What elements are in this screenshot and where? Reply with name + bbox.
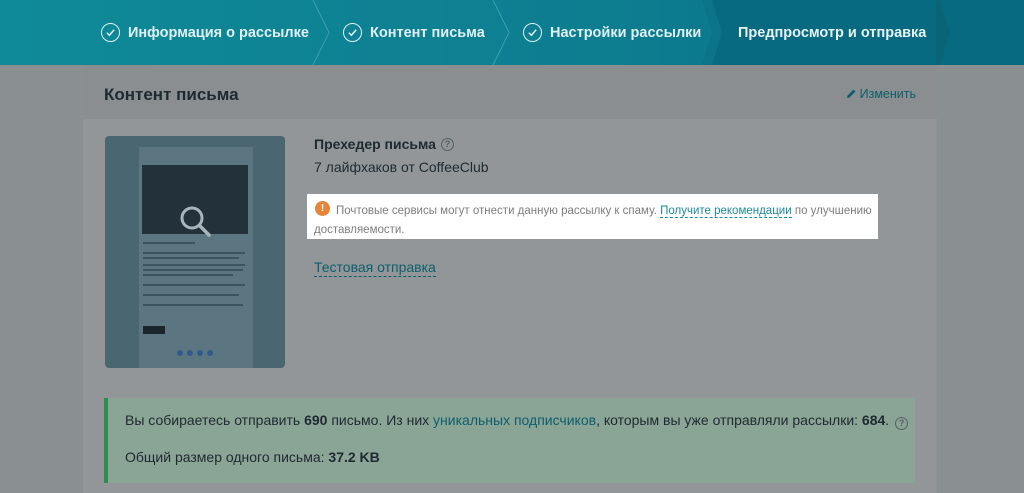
summary-text: , которым вы уже отправляли рассылки: bbox=[596, 412, 859, 428]
summary-period: . bbox=[885, 412, 890, 428]
card-header: Контент письма Изменить bbox=[83, 65, 937, 119]
email-preview-line bbox=[143, 242, 195, 244]
email-preview-line bbox=[143, 264, 245, 266]
preheader-value: 7 лайфхаков от CoffeeClub bbox=[314, 159, 489, 175]
email-preview-button bbox=[143, 326, 165, 334]
edit-label: Изменить bbox=[859, 87, 916, 101]
card-title: Контент письма bbox=[104, 85, 239, 104]
step-label: Предпросмотр и отправка bbox=[738, 24, 927, 41]
recipient-count: 690 bbox=[304, 412, 328, 428]
email-preview-thumbnail[interactable] bbox=[105, 136, 285, 368]
social-icon bbox=[197, 350, 203, 356]
summary-line-recipients: Вы собираетесь отправить 690 письмо. Из … bbox=[125, 412, 909, 430]
step-separator-icon bbox=[311, 0, 333, 65]
unique-count: 684 bbox=[861, 412, 886, 428]
email-preview-line bbox=[143, 294, 239, 296]
step-preview-send[interactable]: Предпросмотр и отправка bbox=[738, 0, 926, 65]
edit-link[interactable]: Изменить bbox=[845, 87, 916, 101]
step-content[interactable]: Контент письма bbox=[343, 0, 485, 65]
unique-subscribers-link[interactable]: уникальных подписчиков bbox=[433, 412, 596, 428]
step-label: Настройки рассылки bbox=[550, 24, 702, 41]
pencil-icon bbox=[846, 89, 856, 98]
email-preview-line bbox=[143, 304, 243, 306]
step-label: Информация о рассылке bbox=[128, 24, 309, 41]
step-separator-icon bbox=[936, 0, 958, 65]
email-preview-line bbox=[143, 284, 245, 286]
email-preview-line bbox=[143, 252, 245, 254]
email-size: 37.2 KB bbox=[328, 449, 380, 465]
step-label: Контент письма bbox=[370, 24, 485, 41]
step-info[interactable]: Информация о рассылке bbox=[101, 0, 309, 65]
help-icon[interactable]: ? bbox=[895, 416, 909, 430]
step-settings[interactable]: Настройки рассылки bbox=[523, 0, 701, 65]
email-preview-line bbox=[143, 269, 243, 271]
social-icon bbox=[207, 350, 213, 356]
preheader-label-text: Прехедер письма bbox=[314, 136, 436, 152]
summary-line-size: Общий размер одного письма: 37.2 KB bbox=[125, 449, 380, 465]
step-separator-icon bbox=[702, 0, 724, 65]
content-card: Контент письма Изменить Прехедер письма … bbox=[83, 65, 937, 493]
send-summary: Вы собираетесь отправить 690 письмо. Из … bbox=[104, 398, 915, 483]
preheader-label: Прехедер письма ? bbox=[314, 136, 454, 152]
spam-warning: ! Почтовые сервисы могут отнести данную … bbox=[307, 194, 878, 239]
warning-text: Почтовые сервисы могут отнести данную ра… bbox=[314, 202, 874, 239]
check-circle-icon bbox=[101, 23, 120, 42]
check-circle-icon bbox=[343, 23, 362, 42]
recommendations-link[interactable]: Получите рекомендации bbox=[660, 205, 792, 218]
summary-text: письмо. Из них bbox=[331, 412, 430, 428]
check-circle-icon bbox=[523, 23, 542, 42]
magnifier-icon bbox=[180, 206, 211, 237]
summary-text: Вы собираетесь отправить bbox=[125, 412, 301, 428]
test-send-link[interactable]: Тестовая отправка bbox=[314, 259, 436, 277]
email-preview-line bbox=[143, 257, 239, 259]
wizard-steps: Информация о рассылке Контент письма Нас… bbox=[0, 0, 1024, 65]
warning-text-before: Почтовые сервисы могут отнести данную ра… bbox=[336, 205, 657, 217]
social-icon bbox=[187, 350, 193, 356]
summary-text: Общий размер одного письма: bbox=[125, 449, 325, 465]
email-preview-line bbox=[143, 274, 233, 276]
social-icon bbox=[177, 350, 183, 356]
step-separator-icon bbox=[491, 0, 513, 65]
help-icon[interactable]: ? bbox=[440, 137, 454, 151]
